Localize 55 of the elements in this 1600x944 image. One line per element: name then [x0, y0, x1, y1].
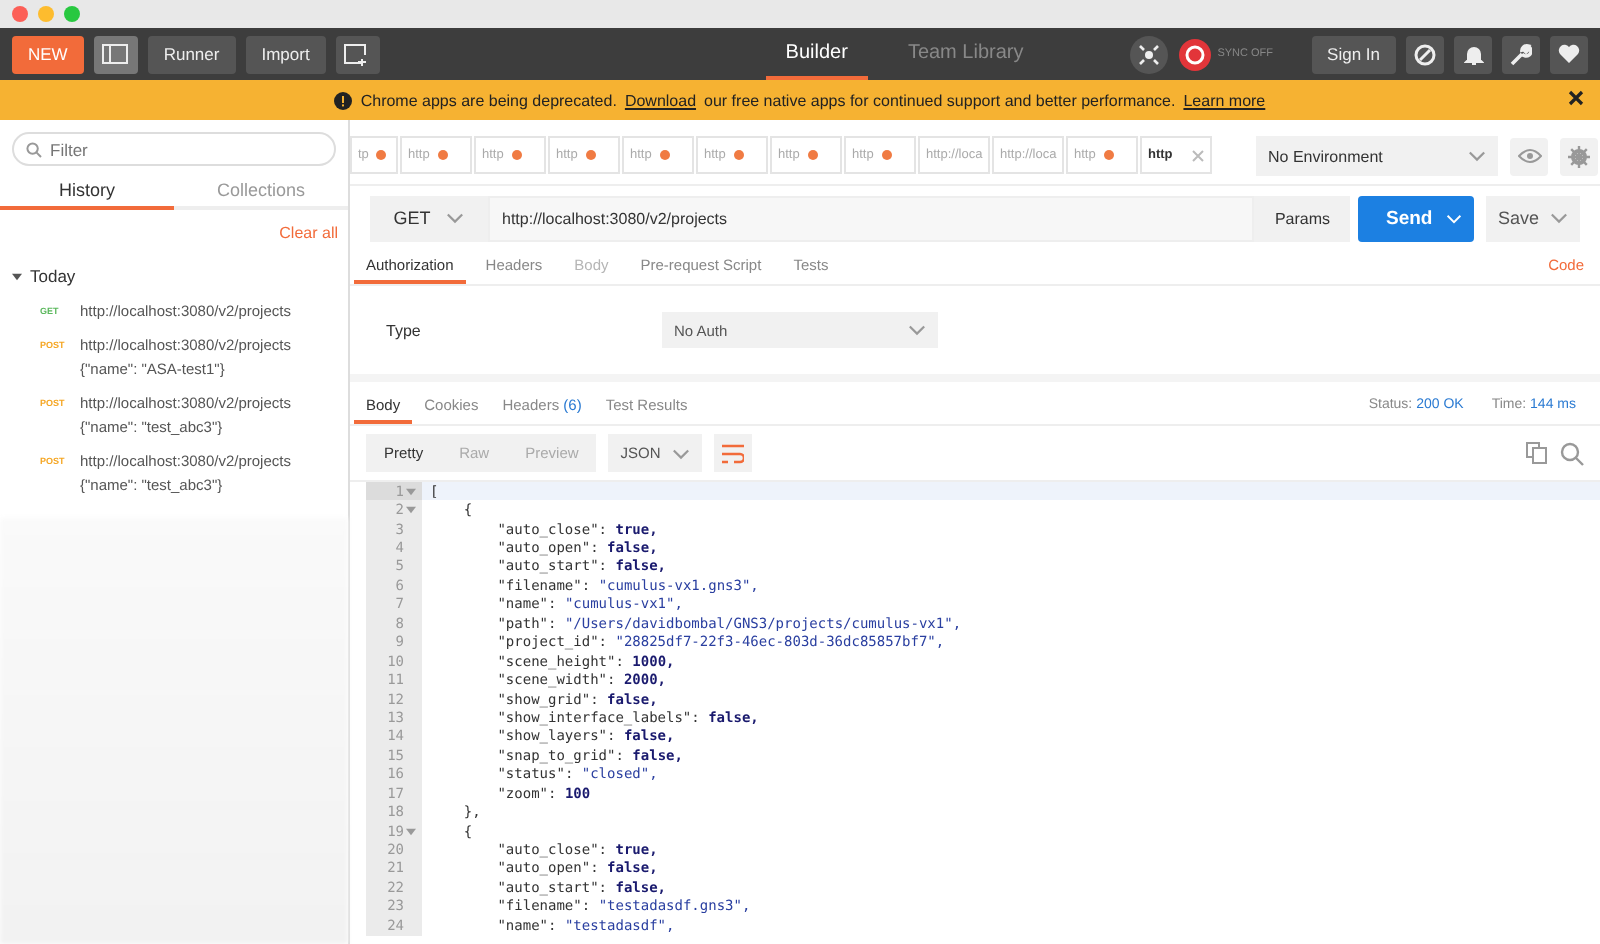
new-button[interactable]: NEW — [12, 35, 84, 73]
url-field[interactable]: http://localhost:3080/v2/projects — [488, 195, 1255, 241]
close-window-dot[interactable] — [12, 6, 28, 22]
chevron-down-icon — [1468, 150, 1486, 162]
notifications-button[interactable] — [1454, 35, 1492, 73]
type-label: Type — [386, 321, 423, 339]
zoom-window-dot[interactable] — [64, 6, 80, 22]
fold-arrow-icon[interactable] — [406, 506, 416, 515]
sync-icon[interactable] — [1177, 37, 1212, 71]
chevron-down-icon — [1550, 212, 1568, 224]
quick-look-button[interactable] — [1510, 137, 1548, 175]
bell-icon — [1463, 43, 1483, 65]
wrap-lines-button[interactable] — [714, 434, 753, 472]
close-icon[interactable] — [1568, 90, 1584, 106]
interceptor-button[interactable] — [1406, 35, 1444, 73]
banner-text: Chrome apps are being deprecated. — [360, 91, 617, 109]
chevron-down-icon — [672, 447, 691, 459]
sign-in-button[interactable]: Sign In — [1311, 35, 1396, 73]
favorite-button[interactable] — [1550, 35, 1588, 73]
heart-icon — [1558, 44, 1580, 64]
sidebar-icon — [102, 44, 129, 64]
warning-icon — [334, 91, 353, 109]
minimize-window-dot[interactable] — [38, 6, 54, 22]
chevron-down-icon — [908, 324, 926, 336]
eye-icon — [1517, 148, 1541, 164]
sidebar-tab[interactable]: Collections — [174, 174, 348, 210]
search-icon[interactable] — [1560, 441, 1584, 465]
chevron-down-icon — [446, 212, 465, 224]
window-plus-icon — [344, 43, 371, 65]
clear-all-link[interactable]: Clear all — [279, 224, 338, 242]
view-tab[interactable]: Team Library — [887, 28, 1044, 80]
runner-button[interactable]: Runner — [147, 35, 236, 73]
fold-arrow-icon[interactable] — [406, 487, 416, 496]
settings-button[interactable] — [1502, 35, 1540, 73]
wrap-lines-icon — [722, 443, 745, 463]
filter-field[interactable]: Filter — [12, 132, 336, 166]
history-group-header[interactable]: Today — [12, 266, 348, 286]
method-dropdown[interactable]: GET — [370, 195, 488, 241]
import-button[interactable]: Import — [245, 35, 326, 73]
sidebar-tab[interactable]: History — [0, 174, 174, 210]
download-link[interactable]: Download — [624, 91, 697, 109]
save-button[interactable]: Save — [1486, 195, 1580, 241]
gear-icon — [1568, 145, 1590, 167]
new-window-button[interactable] — [335, 35, 380, 73]
fold-arrow-icon[interactable] — [406, 827, 416, 836]
copy-icon[interactable] — [1526, 442, 1548, 464]
banner-text: our free native apps for continued support and better performance. — [704, 91, 1176, 109]
send-button[interactable]: Send — [1358, 195, 1474, 241]
params-button[interactable]: Params — [1254, 195, 1350, 241]
environment-dropdown[interactable]: No Environment — [1256, 136, 1498, 176]
capture-button[interactable] — [1129, 35, 1168, 73]
sidebar-toggle-button[interactable] — [93, 35, 138, 73]
chevron-down-icon — [1446, 213, 1462, 223]
learn-more-link[interactable]: Learn more — [1183, 91, 1266, 109]
expand-triangle-icon — [12, 271, 22, 281]
